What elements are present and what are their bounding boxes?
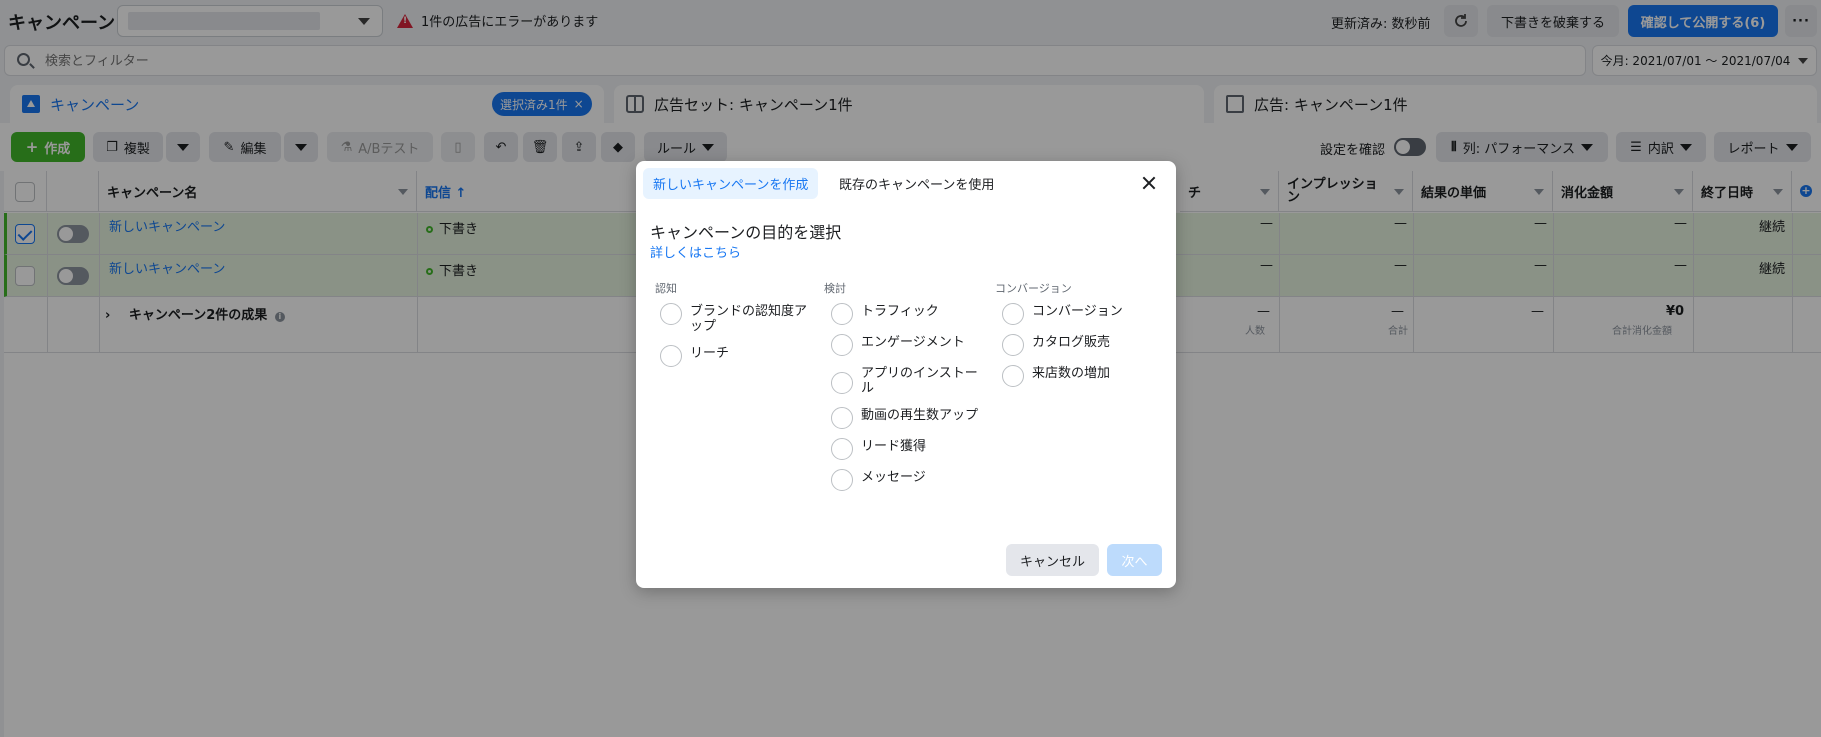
radio-button[interactable] (660, 303, 682, 325)
objective-label: リード獲得 (861, 439, 927, 454)
objective-video-views[interactable]: 動画の再生数アップ (831, 406, 981, 429)
radio-button[interactable] (1002, 303, 1024, 325)
objective-reach[interactable]: リーチ (660, 344, 810, 367)
objective-label: カタログ販売 (1032, 335, 1111, 350)
radio-button[interactable] (1002, 334, 1024, 356)
objective-app-installs[interactable]: アプリのインストール (831, 364, 981, 396)
tab-use-existing-campaign[interactable]: 既存のキャンペーンを使用 (829, 168, 1004, 199)
objective-group-consideration: 検討 (824, 282, 846, 295)
create-campaign-dialog: 新しいキャンペーンを作成 既存のキャンペーンを使用 キャンペーンの目的を選択 詳… (636, 161, 1176, 588)
objective-group-awareness: 認知 (655, 282, 677, 295)
objective-engagement[interactable]: エンゲージメント (831, 333, 981, 356)
objective-label: トラフィック (861, 304, 939, 319)
objective-conversions[interactable]: コンバージョン (1002, 302, 1152, 325)
objective-label: 動画の再生数アップ (861, 408, 979, 423)
radio-button[interactable] (831, 438, 853, 460)
objective-catalog-sales[interactable]: カタログ販売 (1002, 333, 1152, 356)
learn-more-link[interactable]: 詳しくはこちら (650, 242, 741, 261)
objective-brand-awareness[interactable]: ブランドの認知度アップ (660, 302, 810, 334)
objective-label: アプリのインストール (861, 366, 978, 396)
next-button[interactable]: 次へ (1107, 544, 1162, 576)
radio-button[interactable] (660, 345, 682, 367)
radio-button[interactable] (831, 334, 853, 356)
objective-traffic[interactable]: トラフィック (831, 302, 981, 325)
objective-lead-generation[interactable]: リード獲得 (831, 437, 981, 460)
objective-label: メッセージ (861, 470, 926, 485)
objective-label: エンゲージメント (861, 335, 965, 350)
radio-button[interactable] (831, 372, 853, 394)
radio-button[interactable] (1002, 365, 1024, 387)
objective-label: ブランドの認知度アップ (690, 304, 808, 334)
objective-group-conversion: コンバージョン (995, 282, 1072, 295)
objective-store-traffic[interactable]: 来店数の増加 (1002, 364, 1152, 387)
cancel-button[interactable]: キャンセル (1006, 544, 1099, 576)
objective-messages[interactable]: メッセージ (831, 468, 981, 491)
tab-create-new-campaign[interactable]: 新しいキャンペーンを作成 (643, 168, 819, 199)
radio-button[interactable] (831, 303, 853, 325)
radio-button[interactable] (831, 407, 853, 429)
objective-label: 来店数の増加 (1032, 366, 1111, 381)
dialog-title: キャンペーンの目的を選択 (650, 223, 842, 242)
objective-label: リーチ (690, 346, 730, 361)
close-icon[interactable] (1142, 176, 1156, 190)
radio-button[interactable] (831, 469, 853, 491)
objective-label: コンバージョン (1032, 304, 1123, 319)
